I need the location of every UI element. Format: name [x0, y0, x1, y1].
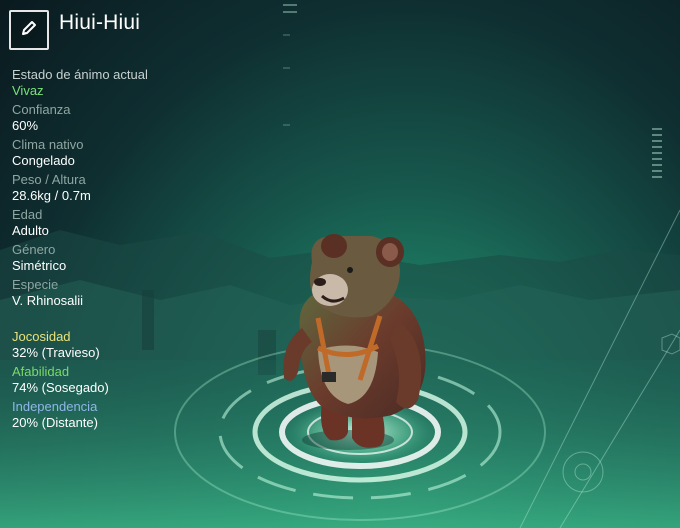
trait-friendliness: Afabilidad 74% (Sosegado) [12, 364, 212, 396]
stat-species: Especie V. Rhinosalii [12, 277, 212, 309]
pencil-icon [19, 18, 39, 43]
stat-label: Peso / Altura [12, 172, 86, 187]
creature-header: Hiui-Hiui [9, 10, 140, 50]
trait-value: 20% (Distante) [12, 415, 98, 430]
creature-name: Hiui-Hiui [59, 11, 141, 34]
stat-value: Vivaz [12, 83, 44, 98]
creature-stats: Estado de ánimo actual Vivaz Confianza 6… [12, 67, 212, 312]
stat-gender: Género Simétrico [12, 242, 212, 274]
stat-value: V. Rhinosalii [12, 293, 84, 308]
trait-independence: Independencia 20% (Distante) [12, 399, 212, 431]
stat-value: Congelado [12, 153, 75, 168]
trait-playfulness: Jocosidad 32% (Travieso) [12, 329, 212, 361]
stat-value: Adulto [12, 223, 49, 238]
trait-label: Jocosidad [12, 329, 71, 344]
hud-ticks [652, 128, 662, 178]
creature-traits: Jocosidad 32% (Travieso) Afabilidad 74% … [12, 329, 212, 434]
stat-label: Estado de ánimo actual [12, 67, 148, 82]
stat-value: 28.6kg / 0.7m [12, 188, 91, 203]
stat-label: Edad [12, 207, 43, 222]
trait-label: Afabilidad [12, 364, 70, 379]
trait-label: Independencia [12, 399, 98, 414]
stat-label: Clima nativo [12, 137, 84, 152]
stat-label: Confianza [12, 102, 71, 117]
stat-trust: Confianza 60% [12, 102, 212, 134]
edit-name-button[interactable] [9, 10, 49, 50]
stat-age: Edad Adulto [12, 207, 212, 239]
stat-climate: Clima nativo Congelado [12, 137, 212, 169]
stat-value: 60% [12, 118, 39, 133]
trait-value: 32% (Travieso) [12, 345, 100, 360]
stat-weight-height: Peso / Altura 28.6kg / 0.7m [12, 172, 212, 204]
trait-value: 74% (Sosegado) [12, 380, 109, 395]
stat-label: Género [12, 242, 56, 257]
stat-mood: Estado de ánimo actual Vivaz [12, 67, 212, 99]
stat-value: Simétrico [12, 258, 67, 273]
stat-label: Especie [12, 277, 59, 292]
